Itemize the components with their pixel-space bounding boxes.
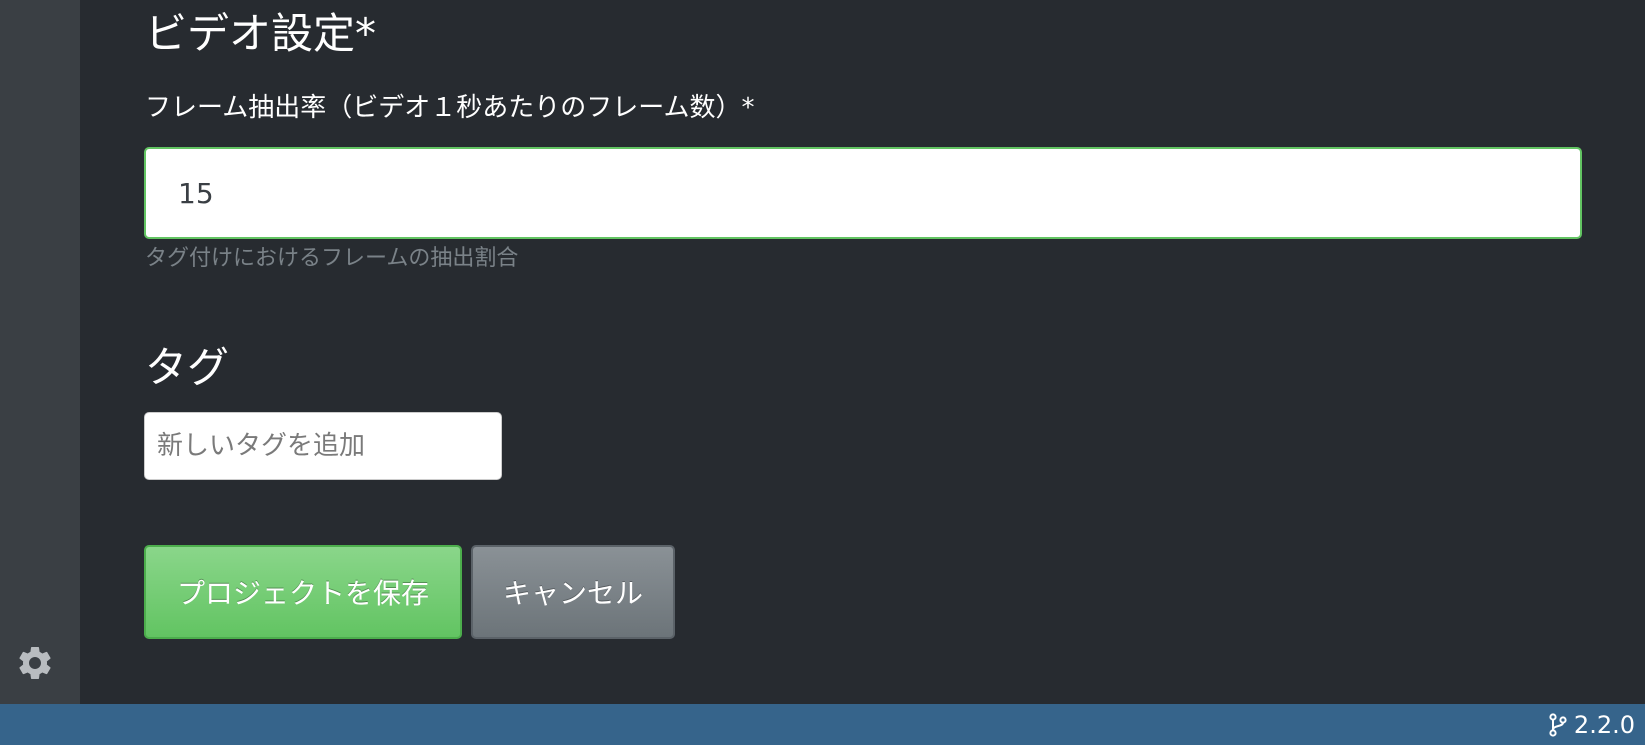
sidebar <box>0 0 80 704</box>
git-branch-icon <box>1549 712 1567 737</box>
video-settings-title: ビデオ設定* <box>145 9 377 58</box>
gear-icon <box>19 647 51 679</box>
settings-button[interactable] <box>14 642 56 684</box>
frame-rate-label: フレーム抽出率（ビデオ１秒あたりのフレーム数）* <box>145 93 755 123</box>
cancel-button[interactable]: キャンセル <box>471 545 675 639</box>
app-window: ビデオ設定* フレーム抽出率（ビデオ１秒あたりのフレーム数）* タグ付けにおける… <box>0 0 1645 745</box>
version-text: 2.2.0 <box>1573 710 1635 739</box>
tags-title: タグ <box>145 343 230 392</box>
status-bar: 2.2.0 <box>0 704 1645 745</box>
frame-rate-input[interactable] <box>144 147 1582 239</box>
new-tag-input[interactable] <box>144 412 502 480</box>
project-settings-form: ビデオ設定* フレーム抽出率（ビデオ１秒あたりのフレーム数）* タグ付けにおける… <box>80 0 1645 704</box>
version-indicator: 2.2.0 <box>1548 711 1635 739</box>
save-project-button[interactable]: プロジェクトを保存 <box>144 545 462 639</box>
frame-rate-help-text: タグ付けにおけるフレームの抽出割合 <box>145 246 519 271</box>
